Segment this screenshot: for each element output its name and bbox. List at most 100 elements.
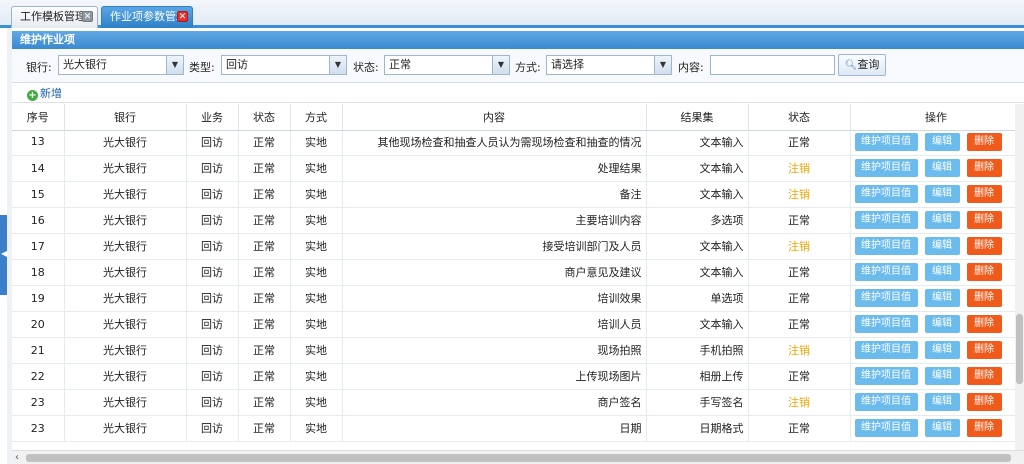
cell-actions: 维护项目值 编辑 删除 xyxy=(850,389,1022,416)
delete-button[interactable]: 删除 xyxy=(966,132,1002,151)
maintain-item-value-button[interactable]: 维护项目值 xyxy=(854,419,918,437)
chevron-down-icon[interactable]: ▼ xyxy=(166,56,183,74)
maintain-item-value-button[interactable]: 维护项目值 xyxy=(854,393,918,411)
edit-button[interactable]: 编辑 xyxy=(924,132,960,151)
edit-button[interactable]: 编辑 xyxy=(924,367,960,385)
edit-button[interactable]: 编辑 xyxy=(924,211,960,229)
maintain-item-value-button[interactable]: 维护项目值 xyxy=(854,185,918,203)
cell-state: 正常 xyxy=(748,131,851,156)
delete-button[interactable]: 删除 xyxy=(966,263,1002,281)
sidebar-collapse-handle[interactable]: ◀ xyxy=(0,215,7,295)
edit-button[interactable]: 编辑 xyxy=(924,237,960,255)
delete-button[interactable]: 删除 xyxy=(966,237,1002,255)
edit-button[interactable]: 编辑 xyxy=(924,315,960,333)
cell-actions: 维护项目值 编辑 删除 xyxy=(850,285,1022,312)
type-select[interactable]: 回访 ▼ xyxy=(221,55,347,75)
content-search-input[interactable] xyxy=(710,55,835,75)
col-header-state: 状态 xyxy=(748,104,851,131)
edit-button[interactable]: 编辑 xyxy=(924,393,960,411)
cell-result-set: 多选项 xyxy=(646,207,749,234)
maintain-item-value-button[interactable]: 维护项目值 xyxy=(854,237,918,255)
close-icon[interactable]: ✕ xyxy=(82,11,93,22)
delete-button[interactable]: 删除 xyxy=(966,289,1002,307)
horizontal-scrollbar[interactable]: ‹ xyxy=(12,450,1024,464)
table-row: 23 光大银行 回访 正常 实地 日期 日期格式 正常 维护项目值 编辑 删除 xyxy=(12,415,1022,442)
cell-status: 正常 xyxy=(238,233,291,260)
cell-content: 商户签名 xyxy=(342,389,647,416)
delete-button[interactable]: 删除 xyxy=(966,159,1002,177)
close-icon[interactable]: ✕ xyxy=(177,11,188,22)
delete-button[interactable]: 删除 xyxy=(966,419,1002,437)
maintain-item-value-button[interactable]: 维护项目值 xyxy=(854,211,918,229)
cell-business: 回访 xyxy=(186,155,239,182)
vertical-scrollbar[interactable] xyxy=(1015,104,1024,450)
add-button[interactable]: + 新增 xyxy=(27,87,62,101)
delete-button[interactable]: 删除 xyxy=(966,367,1002,385)
maintain-item-value-button[interactable]: 维护项目值 xyxy=(854,341,918,359)
chevron-down-icon[interactable]: ▼ xyxy=(329,56,346,74)
edit-button[interactable]: 编辑 xyxy=(924,341,960,359)
scrollbar-thumb[interactable] xyxy=(1016,314,1023,384)
col-header-bank: 银行 xyxy=(64,104,187,131)
maintain-item-value-button[interactable]: 维护项目值 xyxy=(854,132,918,151)
tab-bar: 工作模板管理 ✕ 作业项参数管理 ✕ xyxy=(0,0,1024,28)
maintain-item-value-button[interactable]: 维护项目值 xyxy=(854,159,918,177)
cell-state: 注销 xyxy=(748,155,851,182)
query-button[interactable]: 🔍︎查询 xyxy=(838,54,886,76)
cell-content: 上传现场图片 xyxy=(342,363,647,390)
edit-button[interactable]: 编辑 xyxy=(924,185,960,203)
cell-state: 注销 xyxy=(748,233,851,260)
cell-method: 实地 xyxy=(290,285,343,312)
maintain-item-value-button[interactable]: 维护项目值 xyxy=(854,367,918,385)
cell-method: 实地 xyxy=(290,233,343,260)
tab-label: 作业项参数管理 xyxy=(110,10,187,23)
cell-content: 现场拍照 xyxy=(342,337,647,364)
cell-status: 正常 xyxy=(238,131,291,156)
cell-status: 正常 xyxy=(238,207,291,234)
table-row: 18 光大银行 回访 正常 实地 商户意见及建议 文本输入 正常 维护项目值 编辑 删除 xyxy=(12,259,1022,286)
chevron-down-icon[interactable]: ▼ xyxy=(654,56,671,74)
delete-button[interactable]: 删除 xyxy=(966,341,1002,359)
cell-business: 回访 xyxy=(186,181,239,208)
edit-button[interactable]: 编辑 xyxy=(924,419,960,437)
maintain-item-value-button[interactable]: 维护项目值 xyxy=(854,263,918,281)
cell-no: 15 xyxy=(12,181,65,208)
cell-content: 培训人员 xyxy=(342,311,647,338)
maintain-item-value-button[interactable]: 维护项目值 xyxy=(854,289,918,307)
delete-button[interactable]: 删除 xyxy=(966,393,1002,411)
cell-actions: 维护项目值 编辑 删除 xyxy=(850,415,1022,442)
maintain-item-value-button[interactable]: 维护项目值 xyxy=(854,315,918,333)
chevron-down-icon[interactable]: ▼ xyxy=(492,56,509,74)
col-header-result-set: 结果集 xyxy=(646,104,749,131)
edit-button[interactable]: 编辑 xyxy=(924,289,960,307)
cell-bank: 光大银行 xyxy=(64,207,187,234)
bank-select[interactable]: 光大银行 ▼ xyxy=(58,55,184,75)
table-row: 19 光大银行 回访 正常 实地 培训效果 单选项 正常 维护项目值 编辑 删除 xyxy=(12,285,1022,312)
col-header-business: 业务 xyxy=(186,104,239,131)
scrollbar-thumb[interactable] xyxy=(26,454,1011,462)
status-select[interactable]: 正常 ▼ xyxy=(384,55,510,75)
cell-no: 14 xyxy=(12,155,65,182)
tab-job-item-params[interactable]: 作业项参数管理 ✕ xyxy=(101,6,193,28)
delete-button[interactable]: 删除 xyxy=(966,185,1002,203)
cell-business: 回访 xyxy=(186,415,239,442)
cell-state: 正常 xyxy=(748,207,851,234)
tab-work-template[interactable]: 工作模板管理 ✕ xyxy=(11,6,98,28)
cell-result-set: 文本输入 xyxy=(646,259,749,286)
cell-method: 实地 xyxy=(290,259,343,286)
delete-button[interactable]: 删除 xyxy=(966,211,1002,229)
cell-business: 回访 xyxy=(186,389,239,416)
edit-button[interactable]: 编辑 xyxy=(924,159,960,177)
cell-no: 20 xyxy=(12,311,65,338)
cell-no: 16 xyxy=(12,207,65,234)
cell-method: 实地 xyxy=(290,337,343,364)
cell-result-set: 文本输入 xyxy=(646,233,749,260)
method-select[interactable]: 请选择 ▼ xyxy=(546,55,672,75)
delete-button[interactable]: 删除 xyxy=(966,315,1002,333)
chevron-left-icon[interactable]: ‹ xyxy=(15,452,19,463)
plus-icon: + xyxy=(27,90,38,101)
add-button-label: 新增 xyxy=(40,87,62,100)
edit-button[interactable]: 编辑 xyxy=(924,263,960,281)
cell-result-set: 单选项 xyxy=(646,285,749,312)
table-row: 20 光大银行 回访 正常 实地 培训人员 文本输入 正常 维护项目值 编辑 删除 xyxy=(12,311,1022,338)
